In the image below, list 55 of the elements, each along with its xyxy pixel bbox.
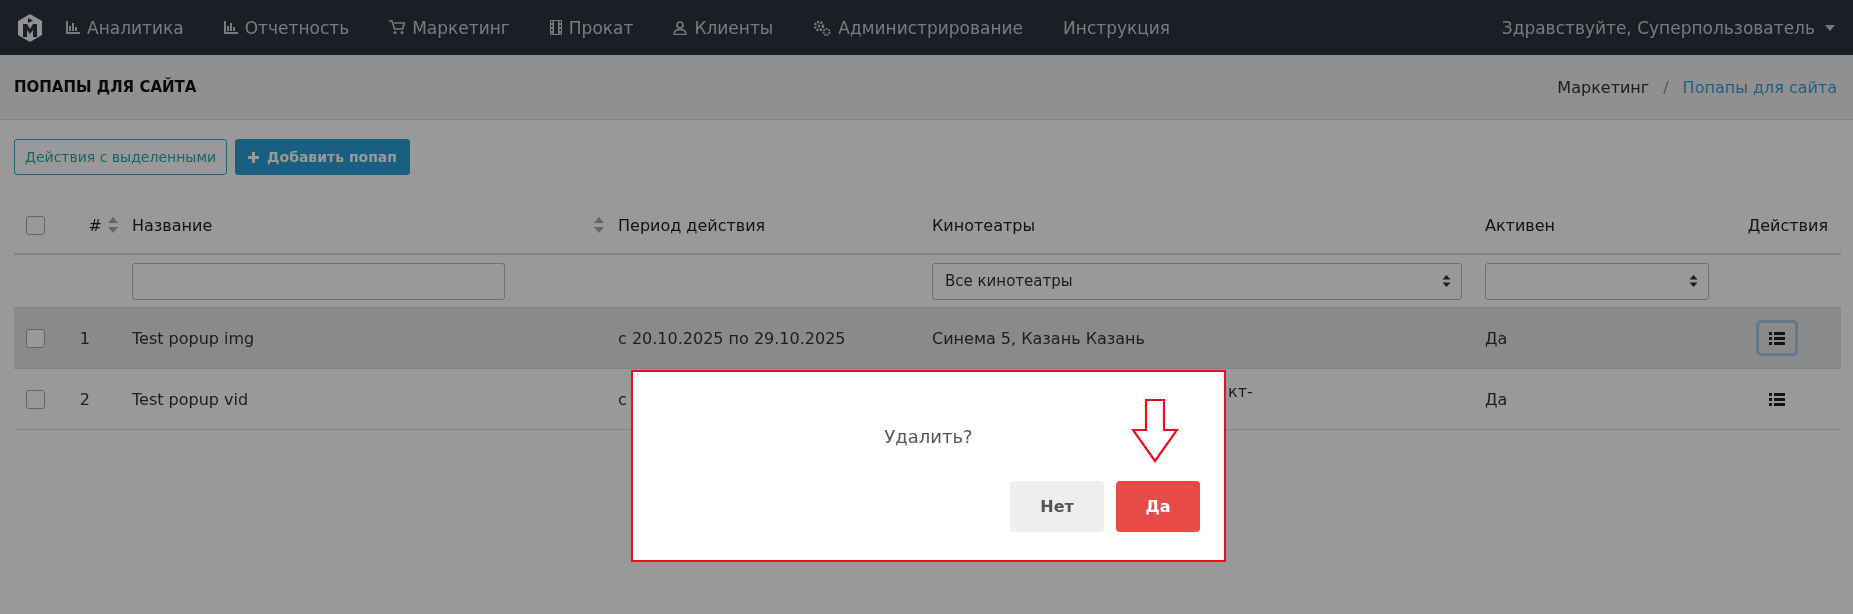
bar-chart-icon xyxy=(223,21,238,34)
list-icon xyxy=(1768,331,1785,345)
sort-icon[interactable] xyxy=(594,217,604,233)
sort-icon[interactable] xyxy=(108,217,118,233)
table-cell: 1 xyxy=(79,328,90,348)
plus-icon xyxy=(248,151,260,163)
checkbox[interactable] xyxy=(26,328,45,348)
column-header: Действия xyxy=(1747,215,1828,235)
table-cell: с 20.10.2025 по 29.10.2025 xyxy=(618,328,846,348)
select-field[interactable]: Все кинотеатры xyxy=(932,262,1462,300)
user-icon xyxy=(673,20,688,35)
bar-chart-icon xyxy=(66,21,80,34)
confirm-button[interactable]: Да xyxy=(1116,481,1200,532)
actions-menu-button[interactable] xyxy=(1755,320,1798,356)
table-cell: 2 xyxy=(79,389,90,409)
select-arrows-icon xyxy=(1689,274,1698,288)
cart-icon xyxy=(389,20,406,35)
column-header: Кинотеатры xyxy=(932,215,1036,235)
nav-link[interactable]: Администрирование xyxy=(813,17,1024,38)
nav-link[interactable]: Аналитика xyxy=(66,17,184,38)
list-icon xyxy=(1768,392,1785,406)
nav-link[interactable]: Отчетность xyxy=(223,17,350,38)
dialog-message: Удалить? xyxy=(884,426,973,447)
user-menu[interactable]: Здравствуйте, Суперпользователь xyxy=(1501,17,1835,38)
add-button[interactable]: Добавить попап xyxy=(235,139,410,175)
table-cell: с xyxy=(618,389,627,409)
caret-icon xyxy=(1825,24,1835,31)
nav-link[interactable]: Клиенты xyxy=(673,17,774,38)
table-cell: кт- xyxy=(1228,381,1253,401)
select-field[interactable] xyxy=(1485,262,1709,300)
table-cell: Да xyxy=(1485,328,1508,348)
column-header: # xyxy=(88,215,102,235)
name-filter-field[interactable] xyxy=(132,262,505,300)
table-cell: Test popup img xyxy=(132,328,255,348)
breadcrumb-link[interactable]: Попапы для сайта xyxy=(1682,77,1837,97)
film-icon xyxy=(549,20,562,35)
column-header: Период действия xyxy=(618,215,766,235)
select-arrows-icon xyxy=(1442,274,1451,288)
nav-link[interactable]: Маркетинг xyxy=(389,17,510,38)
table-cell: Синема 5, Казань Казань xyxy=(932,328,1145,348)
breadcrumb-separator: / xyxy=(1663,77,1669,97)
checkbox[interactable] xyxy=(26,389,45,409)
breadcrumb-item: Маркетинг xyxy=(1557,77,1650,97)
bulk-actions-button[interactable]: Действия с выделенными xyxy=(14,139,228,175)
cancel-button[interactable]: Нет xyxy=(1010,481,1104,532)
table-cell: Test popup vid xyxy=(132,389,249,409)
nav-link[interactable]: Инструкция xyxy=(1063,17,1171,38)
nav-link[interactable]: Прокат xyxy=(549,17,634,38)
column-header: Название xyxy=(132,215,213,235)
table-cell: Да xyxy=(1485,389,1508,409)
column-header: Активен xyxy=(1485,215,1556,235)
down-arrow-icon xyxy=(1131,399,1179,463)
checkbox[interactable] xyxy=(26,215,45,235)
gears-icon xyxy=(813,19,832,36)
page-title: ПОПАПЫ ДЛЯ САЙТА xyxy=(14,78,197,96)
